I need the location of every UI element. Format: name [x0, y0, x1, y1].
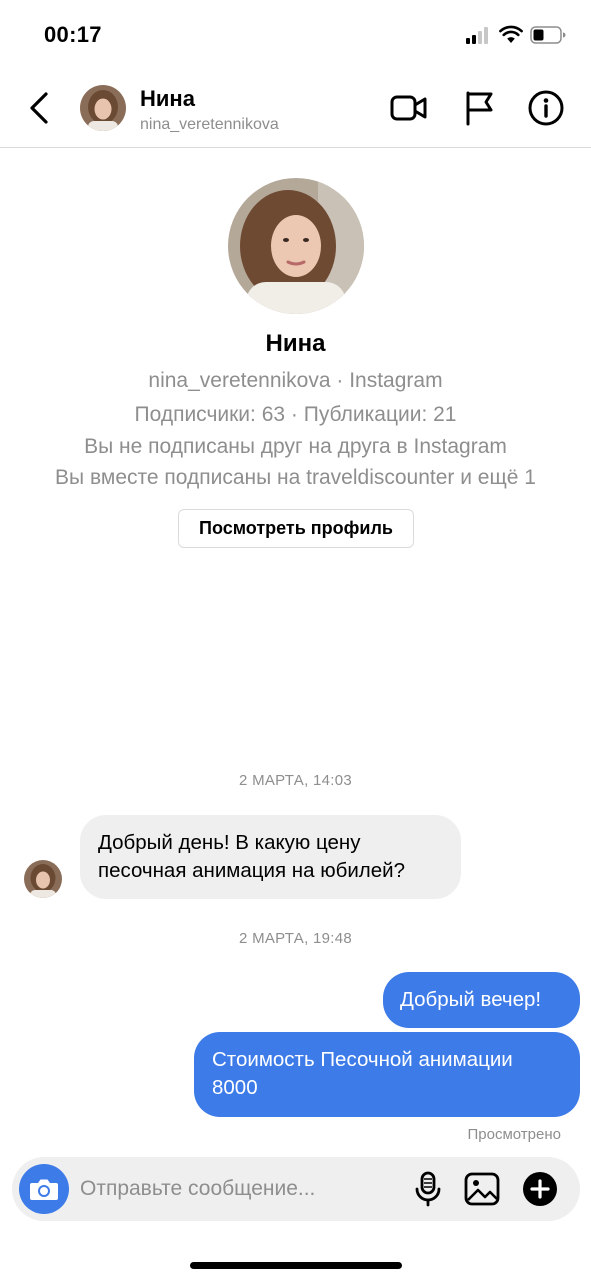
cellular-signal-icon: [466, 27, 492, 44]
wifi-icon: [499, 25, 523, 43]
date-separator: 2 МАРТА, 19:48: [238, 930, 353, 947]
status-bar: 00:17: [0, 0, 591, 70]
info-icon[interactable]: [526, 88, 566, 128]
outgoing-message[interactable]: Стоимость Песочной анимации 8000: [194, 1032, 580, 1117]
header-username[interactable]: nina_veretennikova: [140, 116, 279, 134]
message-composer: [12, 1157, 580, 1221]
incoming-message[interactable]: Добрый день! В какую цену песочная анима…: [80, 815, 461, 899]
microphone-icon[interactable]: [408, 1169, 448, 1209]
outgoing-message[interactable]: Добрый вечер!: [383, 972, 580, 1028]
incoming-message-line: песочная анимация на юбилей?: [98, 859, 405, 882]
profile-follow-status: Вы не подписаны друг на друга в Instagra…: [84, 435, 507, 458]
camera-button[interactable]: [19, 1164, 69, 1214]
view-profile-button[interactable]: Посмотреть профиль: [178, 509, 414, 548]
chat-header: Нина nina_veretennikova: [0, 70, 591, 148]
profile-avatar[interactable]: [228, 178, 364, 314]
battery-icon: [530, 26, 566, 44]
profile-username-line: nina_veretennikova · Instagram: [148, 369, 443, 392]
status-time: 00:17: [44, 22, 102, 47]
outgoing-message-text: Добрый вечер!: [400, 988, 542, 1011]
outgoing-message-line: Стоимость Песочной анимации: [212, 1048, 513, 1071]
add-icon[interactable]: [520, 1169, 560, 1209]
message-avatar[interactable]: [24, 860, 62, 898]
camera-icon: [30, 1179, 58, 1200]
gallery-icon[interactable]: [462, 1169, 502, 1209]
report-flag-icon[interactable]: [460, 88, 500, 128]
profile-mutual-follow: Вы вместе подписаны на traveldiscounter …: [55, 466, 536, 489]
home-indicator: [190, 1262, 402, 1269]
video-call-icon[interactable]: [389, 88, 429, 128]
message-input[interactable]: [80, 1169, 400, 1209]
header-avatar[interactable]: [80, 85, 126, 131]
profile-name: Нина: [265, 330, 326, 357]
date-separator: 2 МАРТА, 14:03: [238, 772, 353, 789]
back-icon[interactable]: [22, 88, 58, 128]
outgoing-message-line: 8000: [212, 1076, 258, 1099]
incoming-message-line: Добрый день! В какую цену: [98, 831, 361, 854]
header-name[interactable]: Нина: [140, 86, 195, 112]
seen-status: Просмотрено: [467, 1126, 561, 1143]
profile-stats-line: Подписчики: 63 · Публикации: 21: [134, 403, 457, 426]
